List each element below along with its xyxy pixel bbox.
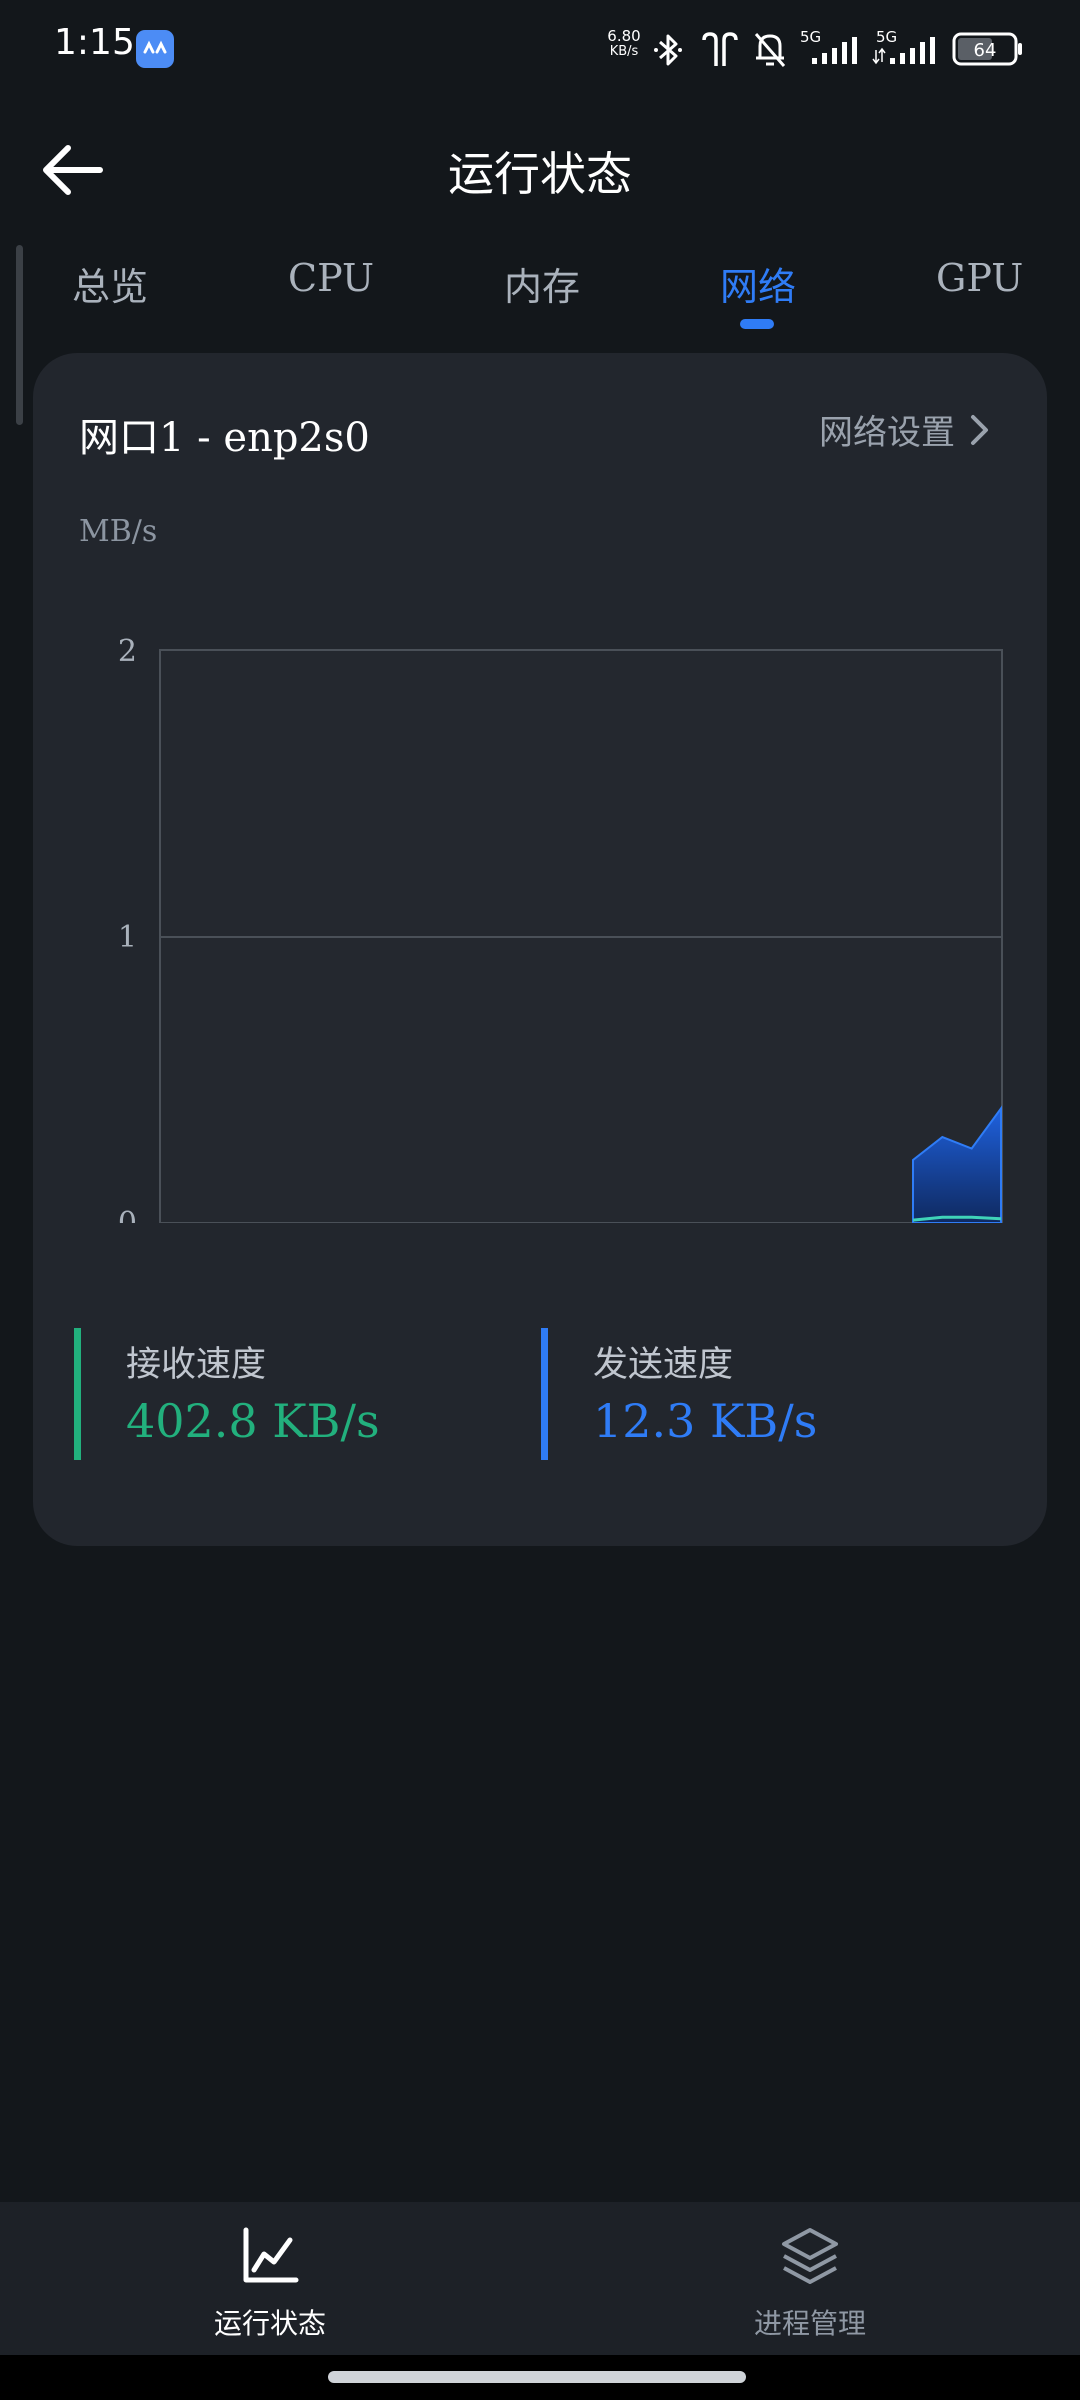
bottom-nav: 运行状态 进程管理 (0, 2202, 1080, 2355)
signal-1: 5G (800, 28, 860, 68)
chevron-right-icon (971, 414, 988, 445)
nav-item-status[interactable]: 运行状态 (0, 2202, 540, 2355)
battery-icon: 64 (952, 32, 1022, 66)
bluetooth-icon (654, 34, 682, 66)
send-indicator-bar (541, 1328, 548, 1460)
screen: 1:15 6.80 KB/s 5G 5G 64 运行状态 总览 CPU 内存 网… (0, 0, 1080, 2400)
app-icon (136, 30, 174, 68)
gesture-bar[interactable] (328, 2371, 746, 2383)
y-axis-label: MB/s (79, 514, 157, 549)
status-icons: 6.80 KB/s 5G 5G 64 (600, 0, 1080, 100)
status-time: 1:15 (54, 22, 135, 63)
network-speed: 6.80 KB/s (602, 28, 646, 60)
signal-icon (812, 37, 857, 64)
signal-2: 5G (872, 28, 936, 68)
network-chart: MB/s 0 1 2 (33, 503, 1047, 1241)
mute-bell-icon (754, 33, 786, 67)
page-title: 运行状态 (448, 147, 632, 201)
network-speed-unit: KB/s (609, 44, 639, 59)
y-tick-label: 0 (118, 1206, 137, 1223)
layers-icon (782, 2228, 838, 2284)
receive-speed-label: 接收速度 (126, 1345, 267, 1385)
send-speed-label: 发送速度 (593, 1345, 734, 1385)
speed-stats: 接收速度 402.8 KB/s 发送速度 12.3 KB/s (33, 1328, 1047, 1468)
tab-overview[interactable]: 总览 (72, 256, 148, 311)
tab-memory[interactable]: 内存 (504, 256, 580, 311)
send-speed-value: 12.3 KB/s (593, 1394, 818, 1448)
earbuds-icon (702, 32, 738, 66)
active-tab-indicator (740, 319, 774, 329)
network-settings-link[interactable]: 网络设置 (819, 405, 991, 454)
header: 运行状态 (0, 120, 1080, 220)
line-chart-icon (243, 2227, 299, 2283)
nav-label-status: 运行状态 (213, 2307, 326, 2340)
nav-item-processes[interactable]: 进程管理 (540, 2202, 1080, 2355)
tab-gpu[interactable]: GPU (936, 256, 1023, 300)
interface-title: 网口1 - enp2s0 (79, 415, 370, 461)
status-bar: 1:15 6.80 KB/s 5G 5G 64 (0, 0, 1080, 100)
chart-svg: MB/s 0 1 2 (79, 514, 1003, 1241)
y-tick-label: 1 (118, 920, 137, 955)
tab-network[interactable]: 网络 (720, 256, 796, 311)
network-card: 网口1 - enp2s0 网络设置 MB/s 0 1 2 (33, 353, 1047, 1546)
signal-icon-2 (872, 37, 935, 65)
network-settings-label: 网络设置 (819, 413, 955, 453)
nav-label-processes: 进程管理 (753, 2307, 866, 2340)
receive-speed-value: 402.8 KB/s (126, 1394, 380, 1448)
tab-cpu[interactable]: CPU (288, 256, 374, 300)
tab-bar: 总览 CPU 内存 网络 GPU (0, 250, 1080, 330)
network-speed-value: 6.80 (607, 27, 641, 45)
y-tick-label: 2 (118, 634, 137, 669)
receive-indicator-bar (74, 1328, 81, 1460)
battery-level: 64 (974, 40, 997, 61)
